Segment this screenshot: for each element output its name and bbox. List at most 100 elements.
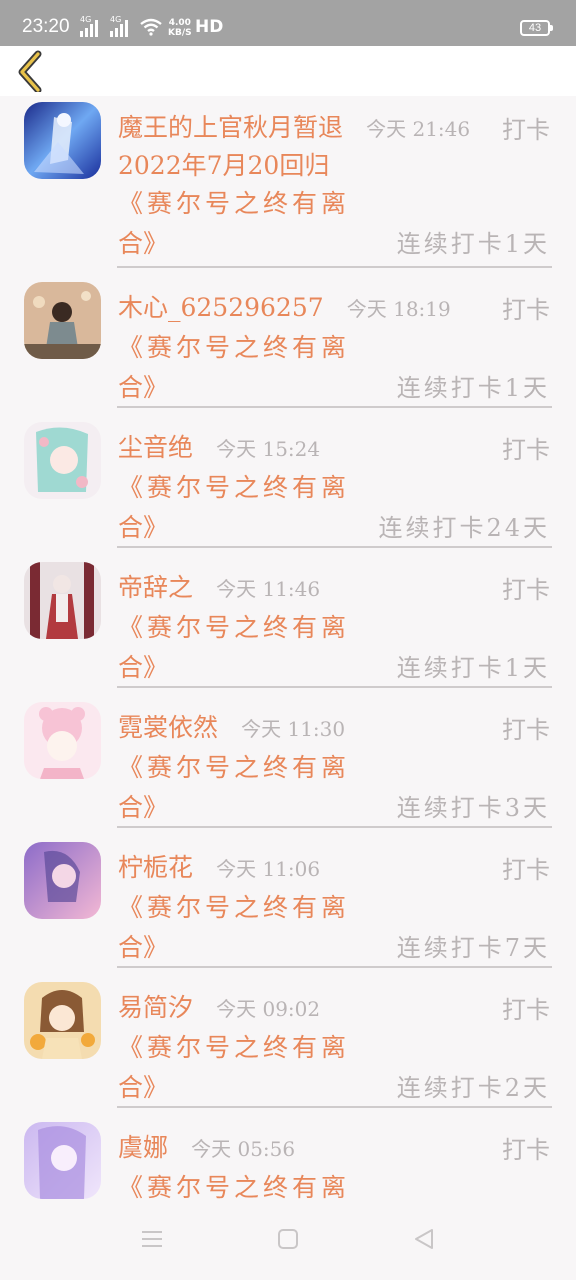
post-time: 今天 05:56 bbox=[191, 1137, 296, 1161]
list-item[interactable]: 虞娜 今天 05:56 打卡 《赛尔号之终有离 合》 bbox=[0, 1116, 576, 1200]
list-item[interactable]: 魔王的上官秋月暂退 今天 21:46 打卡 2022年7月20回归 《赛尔号之终… bbox=[0, 96, 576, 268]
entry-header: 虞娜 今天 05:56 打卡 bbox=[118, 1128, 550, 1168]
username-continued: 2022年7月20回归 bbox=[118, 151, 330, 180]
list-item[interactable]: 尘音绝 今天 15:24 打卡 《赛尔号之终有离 合》 连续打卡24天 bbox=[0, 416, 576, 556]
avatar[interactable] bbox=[24, 982, 101, 1059]
back-triangle-icon bbox=[415, 1229, 433, 1249]
post-time: 今天 15:24 bbox=[216, 437, 321, 461]
avatar[interactable] bbox=[24, 1122, 101, 1199]
book-title[interactable]: 《赛尔号之终有离 bbox=[118, 468, 350, 504]
status-bar: 23:20 4G 4G 4.00 KB/S HD 43 bbox=[0, 0, 576, 46]
system-back-button[interactable] bbox=[409, 1224, 439, 1254]
avatar[interactable] bbox=[24, 422, 101, 499]
avatar[interactable] bbox=[24, 282, 101, 359]
menu-icon bbox=[142, 1231, 162, 1247]
book-title[interactable]: 《赛尔号之终有离 bbox=[118, 328, 350, 364]
checkin-tag: 打卡 bbox=[502, 436, 550, 464]
book-title-continued[interactable]: 合》 bbox=[118, 788, 168, 824]
hd-badge: HD bbox=[195, 17, 224, 37]
checkin-tag: 打卡 bbox=[502, 716, 550, 744]
book-title[interactable]: 《赛尔号之终有离 bbox=[118, 184, 350, 220]
checkin-tag: 打卡 bbox=[502, 296, 550, 324]
avatar[interactable] bbox=[24, 702, 101, 779]
list-item[interactable]: 霓裳依然 今天 11:30 打卡 《赛尔号之终有离 合》 连续打卡3天 bbox=[0, 696, 576, 836]
book-title-continued[interactable]: 合》 bbox=[118, 928, 168, 964]
divider bbox=[117, 546, 552, 548]
streak-count: 连续打卡2天 bbox=[396, 1074, 550, 1102]
avatar[interactable] bbox=[24, 842, 101, 919]
book-title-continued[interactable]: 合》 bbox=[118, 1068, 168, 1104]
entry-header: 帝辞之 今天 11:46 打卡 bbox=[118, 568, 550, 608]
username[interactable]: 柠栀花 bbox=[118, 853, 193, 882]
net-speed: 4.00 KB/S bbox=[168, 18, 192, 38]
back-button[interactable] bbox=[14, 50, 48, 94]
checkin-tag: 打卡 bbox=[502, 576, 550, 604]
username[interactable]: 魔王的上官秋月暂退 bbox=[118, 113, 343, 142]
signal-icon: 4G bbox=[80, 15, 98, 37]
book-title[interactable]: 《赛尔号之终有离 bbox=[118, 608, 350, 644]
entry-header: 柠栀花 今天 11:06 打卡 bbox=[118, 848, 550, 888]
checkin-tag: 打卡 bbox=[502, 1136, 550, 1164]
streak-count: 连续打卡3天 bbox=[396, 794, 550, 822]
wifi-icon bbox=[140, 18, 162, 36]
chevron-left-icon bbox=[18, 50, 42, 94]
book-title-continued[interactable]: 合》 bbox=[118, 368, 168, 404]
book-title-continued[interactable]: 合》 bbox=[118, 508, 168, 544]
list-item[interactable]: 木心_625296257 今天 18:19 打卡 《赛尔号之终有离 合》 连续打… bbox=[0, 276, 576, 416]
net-speed-value: 4.00 bbox=[168, 18, 191, 28]
divider bbox=[117, 1106, 552, 1108]
post-time: 今天 18:19 bbox=[346, 297, 451, 321]
post-time: 今天 09:02 bbox=[216, 997, 321, 1021]
streak-count: 连续打卡1天 bbox=[396, 654, 550, 682]
avatar[interactable] bbox=[24, 562, 101, 639]
divider bbox=[117, 686, 552, 688]
username[interactable]: 易简汐 bbox=[118, 993, 193, 1022]
status-time: 23:20 bbox=[22, 16, 70, 37]
entry-header: 木心_625296257 今天 18:19 打卡 bbox=[118, 288, 550, 328]
signal-label: 4G bbox=[110, 15, 122, 24]
home-icon bbox=[278, 1229, 298, 1249]
avatar[interactable] bbox=[24, 102, 101, 179]
list-item[interactable]: 柠栀花 今天 11:06 打卡 《赛尔号之终有离 合》 连续打卡7天 bbox=[0, 836, 576, 976]
divider bbox=[117, 266, 552, 268]
list-item[interactable]: 易简汐 今天 09:02 打卡 《赛尔号之终有离 合》 连续打卡2天 bbox=[0, 976, 576, 1116]
signal-label: 4G bbox=[80, 15, 92, 24]
battery-indicator: 43 bbox=[520, 20, 553, 36]
list-item[interactable]: 帝辞之 今天 11:46 打卡 《赛尔号之终有离 合》 连续打卡1天 bbox=[0, 556, 576, 696]
streak-count: 连续打卡1天 bbox=[396, 374, 550, 402]
post-time: 今天 21:46 bbox=[366, 117, 471, 141]
entry-header: 易简汐 今天 09:02 打卡 bbox=[118, 988, 550, 1028]
entry-header: 魔王的上官秋月暂退 今天 21:46 打卡 bbox=[118, 108, 550, 148]
username[interactable]: 霓裳依然 bbox=[118, 713, 218, 742]
book-title[interactable]: 《赛尔号之终有离 bbox=[118, 1168, 350, 1200]
signal-icon: 4G bbox=[110, 15, 128, 37]
checkin-tag: 打卡 bbox=[502, 856, 550, 884]
entry-header: 霓裳依然 今天 11:30 打卡 bbox=[118, 708, 550, 748]
post-time: 今天 11:46 bbox=[216, 577, 321, 601]
book-title-continued[interactable]: 合》 bbox=[118, 648, 168, 684]
divider bbox=[117, 966, 552, 968]
checkin-feed[interactable]: 魔王的上官秋月暂退 今天 21:46 打卡 2022年7月20回归 《赛尔号之终… bbox=[0, 96, 576, 1200]
net-speed-unit: KB/S bbox=[168, 28, 192, 38]
username[interactable]: 尘音绝 bbox=[118, 433, 193, 462]
streak-count: 连续打卡7天 bbox=[396, 934, 550, 962]
streak-count: 连续打卡24天 bbox=[378, 514, 550, 542]
book-title[interactable]: 《赛尔号之终有离 bbox=[118, 1028, 350, 1064]
entry-header: 尘音绝 今天 15:24 打卡 bbox=[118, 428, 550, 468]
username[interactable]: 帝辞之 bbox=[118, 573, 193, 602]
divider bbox=[117, 406, 552, 408]
app-header bbox=[0, 46, 576, 96]
post-time: 今天 11:06 bbox=[216, 857, 321, 881]
recent-apps-button[interactable] bbox=[137, 1224, 167, 1254]
divider bbox=[117, 826, 552, 828]
home-button[interactable] bbox=[273, 1224, 303, 1254]
book-title-continued[interactable]: 合》 bbox=[118, 224, 168, 260]
checkin-tag: 打卡 bbox=[502, 996, 550, 1024]
username[interactable]: 虞娜 bbox=[118, 1133, 168, 1162]
book-title[interactable]: 《赛尔号之终有离 bbox=[118, 888, 350, 924]
book-title[interactable]: 《赛尔号之终有离 bbox=[118, 748, 350, 784]
checkin-tag: 打卡 bbox=[502, 116, 550, 144]
streak-count: 连续打卡1天 bbox=[396, 230, 550, 258]
post-time: 今天 11:30 bbox=[241, 717, 346, 741]
username[interactable]: 木心_625296257 bbox=[118, 293, 324, 322]
